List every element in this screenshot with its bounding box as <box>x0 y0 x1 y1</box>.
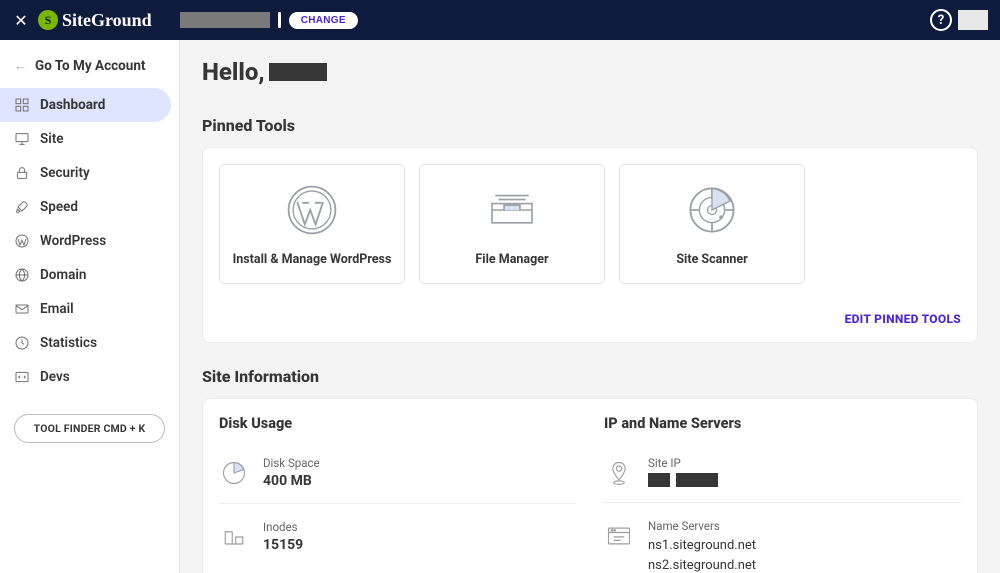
top-bar: ✕ S SiteGround CHANGE ? <box>0 0 1000 40</box>
inodes-value: 15159 <box>263 537 303 553</box>
greeting-user-placeholder <box>269 63 327 81</box>
pinned-tools-card: Install & Manage WordPress File Manager … <box>202 147 978 343</box>
pinned-tool-wordpress[interactable]: Install & Manage WordPress <box>219 164 405 284</box>
globe-icon <box>14 267 30 283</box>
lock-icon <box>14 165 30 181</box>
greeting-prefix: Hello, <box>202 58 265 86</box>
ns1-value: ns1.siteground.net <box>648 536 756 556</box>
browser-icon <box>604 521 634 551</box>
sidebar-item-label: Statistics <box>40 335 97 351</box>
inodes-label: Inodes <box>263 520 303 534</box>
divider <box>278 12 281 28</box>
pinned-tool-label: Install & Manage WordPress <box>233 252 392 267</box>
help-icon[interactable]: ? <box>930 9 952 31</box>
filemanager-icon <box>484 182 540 238</box>
disk-usage-title: Disk Usage <box>219 415 576 432</box>
site-selector: CHANGE <box>180 12 358 29</box>
grid-icon <box>14 97 30 113</box>
sidebar-item-site[interactable]: Site <box>0 122 171 156</box>
site-information-title: Site Information <box>202 367 978 386</box>
sidebar-item-devs[interactable]: Devs <box>0 360 171 394</box>
change-site-button[interactable]: CHANGE <box>289 12 358 29</box>
pinned-tool-label: File Manager <box>475 252 548 267</box>
sidebar-item-speed[interactable]: Speed <box>0 190 171 224</box>
pie-chart-icon <box>219 458 249 488</box>
main-content: Hello, Pinned Tools Install & Manage Wor… <box>180 40 1000 573</box>
sidebar-item-domain[interactable]: Domain <box>0 258 171 292</box>
sidebar-item-label: Security <box>40 165 90 181</box>
site-ip-label: Site IP <box>648 456 718 470</box>
pinned-tool-filemanager[interactable]: File Manager <box>419 164 605 284</box>
brand[interactable]: S SiteGround <box>38 10 152 31</box>
mail-icon <box>14 301 30 317</box>
disk-space-label: Disk Space <box>263 456 320 470</box>
ip-ns-column: IP and Name Servers Site IP <box>604 415 961 573</box>
page-title: Hello, <box>202 58 978 86</box>
site-name-placeholder <box>180 12 270 28</box>
sidebar-item-dashboard[interactable]: Dashboard <box>0 88 171 122</box>
avatar[interactable] <box>958 10 988 30</box>
rocket-icon <box>14 199 30 215</box>
code-icon <box>14 369 30 385</box>
sidebar-item-label: Domain <box>40 267 86 283</box>
back-to-account-link[interactable]: ← Go To My Account <box>0 50 179 88</box>
site-information-card: Disk Usage Disk Space 400 MB <box>202 398 978 573</box>
pinned-tools-title: Pinned Tools <box>202 116 978 135</box>
pinned-tool-label: Site Scanner <box>676 252 747 267</box>
clock-icon <box>14 335 30 351</box>
name-servers-label: Name Servers <box>648 519 756 533</box>
wordpress-large-icon <box>284 182 340 238</box>
sidebar-item-label: Email <box>40 301 74 317</box>
arrow-left-icon: ← <box>14 58 27 74</box>
radar-icon <box>684 182 740 238</box>
wordpress-icon <box>14 233 30 249</box>
disk-space-value: 400 MB <box>263 473 320 489</box>
ns2-value: ns2.siteground.net <box>648 556 756 573</box>
disk-space-row: Disk Space 400 MB <box>219 450 576 504</box>
sidebar-item-label: Site <box>40 131 64 147</box>
sidebar-item-label: Speed <box>40 199 78 215</box>
sidebar-item-wordpress[interactable]: WordPress <box>0 224 171 258</box>
sidebar-item-email[interactable]: Email <box>0 292 171 326</box>
brand-logo-icon: S <box>38 10 58 30</box>
site-ip-value <box>648 473 718 487</box>
sidebar-item-label: WordPress <box>40 233 106 249</box>
inodes-icon <box>219 522 249 552</box>
monitor-icon <box>14 131 30 147</box>
sidebar-item-label: Devs <box>40 369 70 385</box>
site-ip-row: Site IP <box>604 450 961 503</box>
brand-name: SiteGround <box>62 10 152 31</box>
sidebar-item-statistics[interactable]: Statistics <box>0 326 171 360</box>
sidebar-item-security[interactable]: Security <box>0 156 171 190</box>
ip-ns-title: IP and Name Servers <box>604 415 961 432</box>
pinned-tool-sitescanner[interactable]: Site Scanner <box>619 164 805 284</box>
location-pin-icon <box>604 458 634 488</box>
tool-finder-button[interactable]: TOOL FINDER CMD + K <box>14 414 165 443</box>
sidebar-item-label: Dashboard <box>40 97 105 113</box>
back-label: Go To My Account <box>35 58 145 74</box>
name-servers-row: Name Servers ns1.siteground.net ns2.site… <box>604 513 961 573</box>
inodes-row: Inodes 15159 <box>219 514 576 567</box>
disk-usage-column: Disk Usage Disk Space 400 MB <box>219 415 576 573</box>
close-icon[interactable]: ✕ <box>12 11 30 30</box>
edit-pinned-tools-link[interactable]: EDIT PINNED TOOLS <box>219 312 961 326</box>
sidebar: ← Go To My Account Dashboard Site Securi… <box>0 40 180 573</box>
